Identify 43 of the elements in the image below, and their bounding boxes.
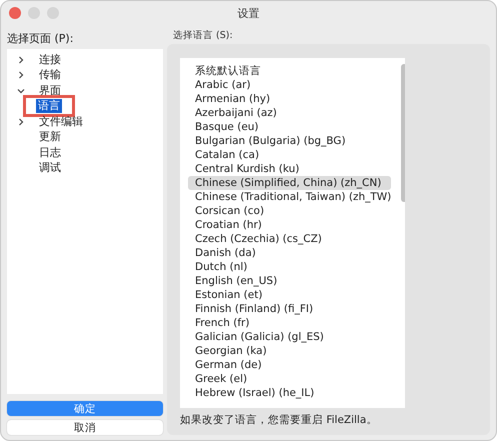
language-item[interactable]: Corsican (co) — [188, 204, 392, 218]
window-title: 设置 — [236, 6, 260, 20]
language-item[interactable]: Central Kurdish (ku) — [188, 162, 392, 176]
language-item[interactable]: Finnish (Finland) (fi_FI) — [188, 302, 392, 316]
tree-item[interactable]: 更新 — [37, 130, 63, 144]
tree-item[interactable]: 文件编辑 — [37, 114, 85, 129]
tree-item[interactable]: 调试 — [37, 161, 63, 176]
page-tree-label: 选择页面 (P): — [7, 31, 74, 46]
chevron-icon[interactable] — [17, 71, 25, 80]
language-item[interactable]: Chinese (Traditional, Taiwan) (zh_TW) — [188, 190, 392, 204]
language-item[interactable]: Croatian (hr) — [188, 218, 392, 232]
language-item[interactable]: Danish (da) — [188, 246, 392, 260]
tree-item[interactable]: 日志 — [37, 146, 63, 160]
language-item[interactable]: Hebrew (Israel) (he_IL) — [188, 386, 392, 400]
tree-item[interactable]: 连接 — [37, 52, 63, 67]
language-label: 选择语言 (S): — [173, 29, 234, 42]
restart-note: 如果改变了语言，您需要重启 FileZilla。 — [180, 413, 378, 427]
chevron-icon[interactable] — [17, 56, 25, 64]
tree-item[interactable]: 语言 — [36, 99, 62, 114]
cancel-button[interactable]: 取消 — [7, 420, 163, 435]
language-item[interactable]: Basque (eu) — [188, 120, 392, 134]
language-item[interactable]: Greek (el) — [188, 372, 392, 386]
language-item[interactable]: Dutch (nl) — [188, 260, 392, 274]
language-item[interactable]: French (fr) — [188, 316, 392, 330]
language-item[interactable]: Catalan (ca) — [188, 148, 392, 162]
language-item[interactable]: 系统默认语言 — [188, 64, 392, 78]
close-button[interactable] — [9, 7, 21, 19]
language-item[interactable]: Arabic (ar) — [188, 78, 392, 92]
tree-item[interactable]: 传输 — [37, 68, 63, 82]
language-item[interactable]: German (de) — [188, 358, 392, 372]
language-item[interactable]: Azerbaijani (az) — [188, 106, 392, 120]
chevron-icon[interactable] — [17, 86, 25, 95]
language-item[interactable]: English (en_US) — [188, 274, 392, 288]
chevron-icon[interactable] — [17, 118, 25, 126]
language-item[interactable]: Galician (Galicia) (gl_ES) — [188, 330, 392, 344]
language-item[interactable]: Armenian (hy) — [188, 92, 392, 106]
language-item[interactable]: Chinese (Simplified, China) (zh_CN) — [188, 176, 392, 190]
tree-item[interactable]: 界面 — [37, 84, 63, 98]
language-item[interactable]: Georgian (ka) — [188, 344, 392, 358]
language-item[interactable]: Bulgarian (Bulgaria) (bg_BG) — [188, 134, 392, 148]
language-item[interactable]: Czech (Czechia) (cs_CZ) — [188, 232, 392, 246]
ok-button[interactable]: 确定 — [7, 401, 163, 416]
language-item[interactable]: Estonian (et) — [188, 288, 392, 302]
